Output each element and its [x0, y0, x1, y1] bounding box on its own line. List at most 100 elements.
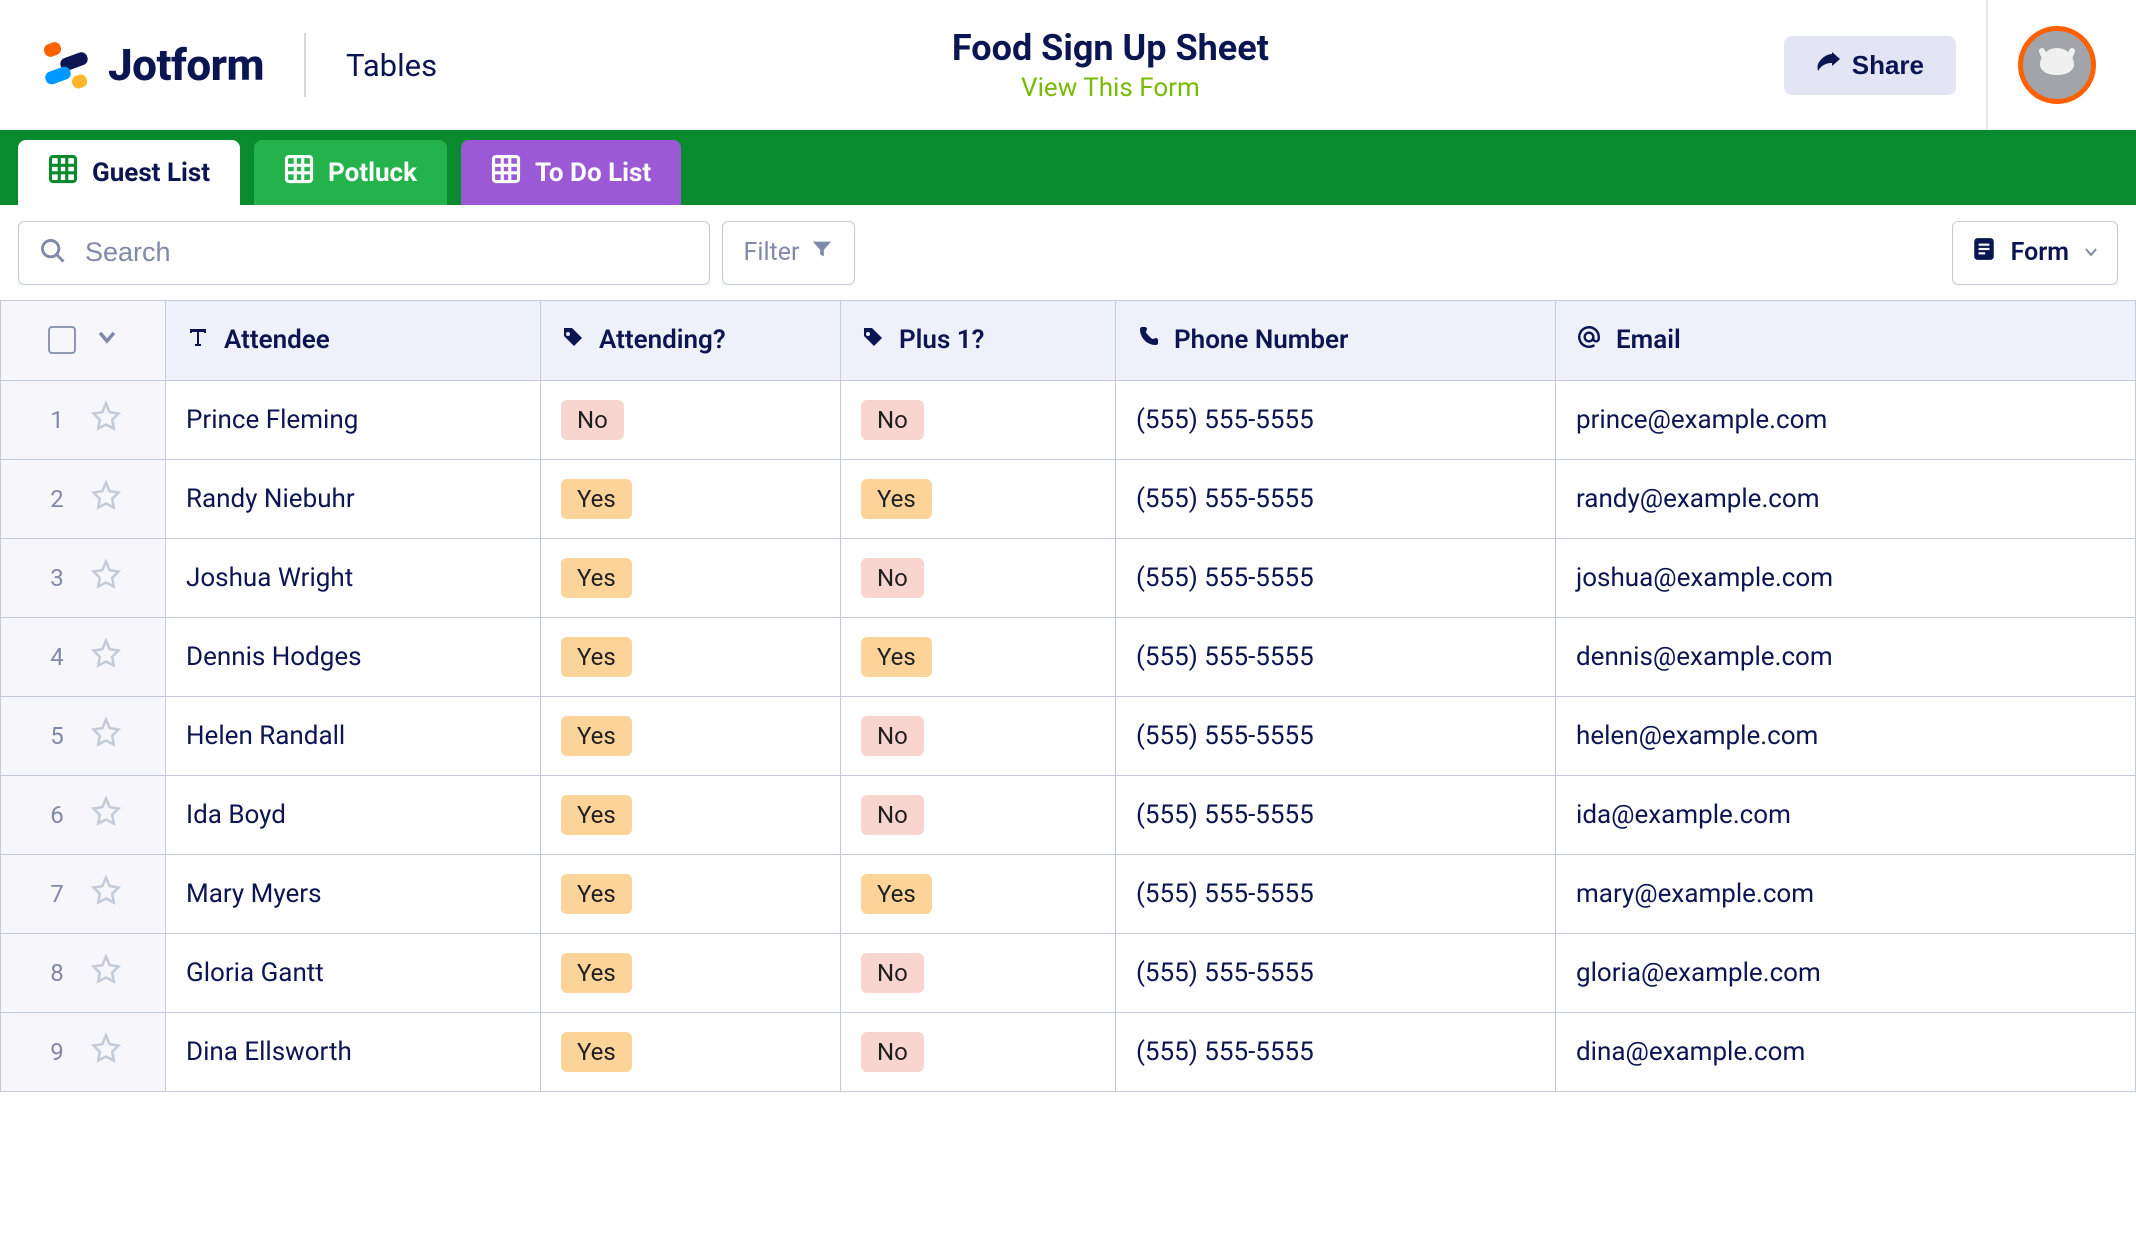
table-row[interactable]: 6Ida Boyd Yes No(555) 555-5555ida@example.… — [1, 775, 2136, 854]
attendee-cell[interactable]: Gloria Gantt — [166, 933, 541, 1012]
email-cell[interactable]: dennis@example.com — [1556, 617, 2136, 696]
attendee-cell[interactable]: Mary Myers — [166, 854, 541, 933]
plus1-cell[interactable]: No — [841, 380, 1116, 459]
attending-cell[interactable]: Yes — [541, 933, 841, 1012]
row-header-cell[interactable]: 1 — [1, 380, 166, 459]
tag-icon — [561, 325, 585, 356]
table-row[interactable]: 5Helen RandallYesNo(555) 555-5555helen@e… — [1, 696, 2136, 775]
attending-cell[interactable]: Yes — [541, 696, 841, 775]
email-cell[interactable]: dina@example.com — [1556, 1012, 2136, 1091]
email-cell[interactable]: mary@example.com — [1556, 854, 2136, 933]
star-icon[interactable] — [91, 796, 121, 833]
attendee-cell[interactable]: Randy Niebuhr — [166, 459, 541, 538]
attending-cell[interactable]: Yes — [541, 538, 841, 617]
plus1-cell[interactable]: No — [841, 775, 1116, 854]
tab-guest-list[interactable]: Guest List — [18, 140, 240, 205]
tab-label: To Do List — [535, 158, 651, 188]
phone-cell[interactable]: (555) 555-5555 — [1116, 538, 1556, 617]
plus1-cell[interactable]: No — [841, 696, 1116, 775]
row-header-cell[interactable]: 7 — [1, 854, 166, 933]
attending-cell[interactable]: Yes — [541, 459, 841, 538]
star-icon[interactable] — [91, 480, 121, 517]
email-cell[interactable]: randy@example.com — [1556, 459, 2136, 538]
attending-cell[interactable]: Yes — [541, 1012, 841, 1091]
attendee-cell[interactable]: Dina Ellsworth — [166, 1012, 541, 1091]
plus1-cell[interactable]: No — [841, 1012, 1116, 1091]
phone-cell[interactable]: (555) 555-5555 — [1116, 380, 1556, 459]
star-icon[interactable] — [91, 401, 121, 438]
row-header-cell[interactable]: 3 — [1, 538, 166, 617]
plus1-cell[interactable]: Yes — [841, 854, 1116, 933]
attendee-cell[interactable]: Helen Randall — [166, 696, 541, 775]
select-all-checkbox[interactable] — [48, 326, 76, 354]
table-row[interactable]: 9Dina EllsworthYesNo(555) 555-5555dina@e… — [1, 1012, 2136, 1091]
search-box[interactable] — [18, 221, 710, 285]
attendee-cell[interactable]: Dennis Hodges — [166, 617, 541, 696]
email-cell[interactable]: prince@example.com — [1556, 380, 2136, 459]
select-all-header[interactable] — [1, 301, 166, 380]
table-row[interactable]: 1Prince FlemingNoNo(555) 555-5555prince@… — [1, 380, 2136, 459]
star-icon[interactable] — [91, 559, 121, 596]
attending-cell[interactable]: No — [541, 380, 841, 459]
phone-cell[interactable]: (555) 555-5555 — [1116, 933, 1556, 1012]
view-selector[interactable]: Form — [1952, 221, 2118, 285]
chevron-down-icon[interactable] — [96, 325, 118, 355]
table-row[interactable]: 4Dennis HodgesYesYes(555) 555-5555dennis… — [1, 617, 2136, 696]
filter-button[interactable]: Filter — [722, 221, 855, 285]
column-header-email[interactable]: Email — [1556, 301, 2136, 380]
row-header-cell[interactable]: 2 — [1, 459, 166, 538]
star-icon[interactable] — [91, 875, 121, 912]
row-header-cell[interactable]: 8 — [1, 933, 166, 1012]
star-icon[interactable] — [91, 638, 121, 675]
tab-potluck[interactable]: Potluck — [254, 140, 447, 205]
phone-cell[interactable]: (555) 555-5555 — [1116, 617, 1556, 696]
column-label: Attending? — [599, 325, 726, 355]
plus1-cell[interactable]: No — [841, 933, 1116, 1012]
star-icon[interactable] — [91, 954, 121, 991]
attending-cell[interactable]: Yes — [541, 775, 841, 854]
status-badge: No — [561, 400, 624, 440]
phone-cell[interactable]: (555) 555-5555 — [1116, 775, 1556, 854]
search-input[interactable] — [85, 237, 689, 268]
avatar[interactable] — [2018, 26, 2096, 104]
star-icon[interactable] — [91, 1033, 121, 1070]
logo-block[interactable]: Jotform — [40, 37, 264, 93]
table-row[interactable]: 3Joshua WrightYesNo(555) 555-5555joshua@… — [1, 538, 2136, 617]
table-row[interactable]: 8Gloria GanttYesNo(555) 555-5555gloria@e… — [1, 933, 2136, 1012]
phone-cell[interactable]: (555) 555-5555 — [1116, 854, 1556, 933]
column-header-plus1[interactable]: Plus 1? — [841, 301, 1116, 380]
attendee-cell[interactable]: Ida Boyd — [166, 775, 541, 854]
attendee-cell[interactable]: Prince Fleming — [166, 380, 541, 459]
attending-cell[interactable]: Yes — [541, 617, 841, 696]
status-badge: Yes — [561, 795, 632, 835]
phone-icon — [1136, 325, 1160, 356]
column-header-attendee[interactable]: Attendee — [166, 301, 541, 380]
email-cell[interactable]: ida@example.com — [1556, 775, 2136, 854]
plus1-cell[interactable]: Yes — [841, 459, 1116, 538]
row-header-cell[interactable]: 9 — [1, 1012, 166, 1091]
phone-cell[interactable]: (555) 555-5555 — [1116, 1012, 1556, 1091]
email-cell[interactable]: joshua@example.com — [1556, 538, 2136, 617]
attendee-cell[interactable]: Joshua Wright — [166, 538, 541, 617]
text-icon — [186, 325, 210, 356]
column-header-phone[interactable]: Phone Number — [1116, 301, 1556, 380]
header: Jotform Tables Food Sign Up Sheet View T… — [0, 0, 2136, 130]
plus1-cell[interactable]: Yes — [841, 617, 1116, 696]
row-header-cell[interactable]: 6 — [1, 775, 166, 854]
attending-cell[interactable]: Yes — [541, 854, 841, 933]
plus1-cell[interactable]: No — [841, 538, 1116, 617]
email-cell[interactable]: gloria@example.com — [1556, 933, 2136, 1012]
table-row[interactable]: 7Mary MyersYesYes(555) 555-5555mary@exam… — [1, 854, 2136, 933]
view-form-link[interactable]: View This Form — [1021, 73, 1200, 103]
page-title: Food Sign Up Sheet — [952, 27, 1269, 69]
email-cell[interactable]: helen@example.com — [1556, 696, 2136, 775]
phone-cell[interactable]: (555) 555-5555 — [1116, 459, 1556, 538]
row-header-cell[interactable]: 5 — [1, 696, 166, 775]
column-header-attending[interactable]: Attending? — [541, 301, 841, 380]
star-icon[interactable] — [91, 717, 121, 754]
share-button[interactable]: Share — [1784, 36, 1956, 95]
table-row[interactable]: 2Randy NiebuhrYesYes(555) 555-5555randy@… — [1, 459, 2136, 538]
row-header-cell[interactable]: 4 — [1, 617, 166, 696]
tab-todo-list[interactable]: To Do List — [461, 140, 681, 205]
phone-cell[interactable]: (555) 555-5555 — [1116, 696, 1556, 775]
